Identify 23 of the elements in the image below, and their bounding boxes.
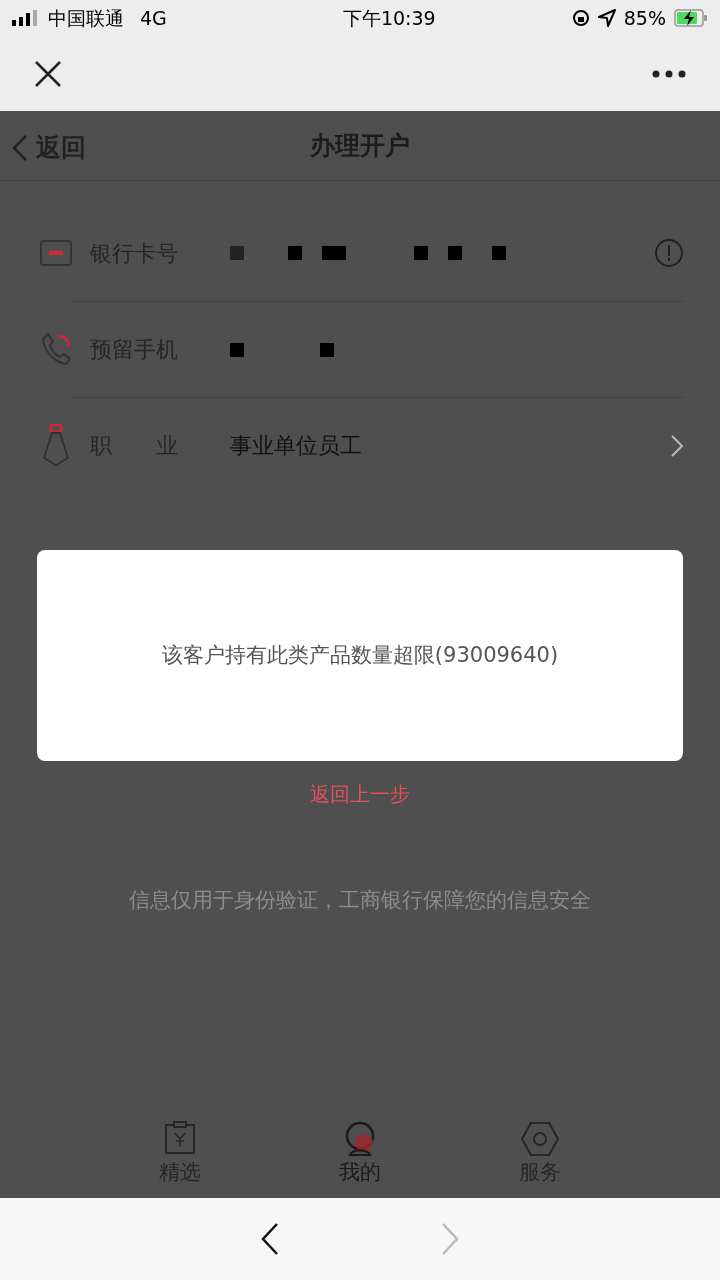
field-value: 事业单位员工	[230, 432, 363, 460]
carrier-name: 中国联通	[48, 5, 124, 31]
battery-icon	[674, 9, 708, 27]
rotation-lock-icon	[571, 9, 590, 27]
phone-icon	[40, 332, 72, 366]
more-icon	[652, 70, 686, 78]
chevron-right-icon[interactable]	[670, 433, 684, 458]
clock-time: 下午10:39	[342, 5, 436, 31]
chevron-left-icon	[260, 1222, 280, 1256]
go-back-link[interactable]: 返回上一步	[310, 782, 410, 806]
signal-icon	[12, 10, 40, 26]
security-note: 信息仅用于身份验证，工商银行保障您的信息安全	[129, 888, 591, 912]
receipt-icon	[163, 1121, 197, 1157]
location-icon	[597, 9, 616, 27]
chevron-right-icon	[440, 1222, 460, 1256]
card-icon	[40, 240, 72, 266]
close-icon	[34, 59, 62, 88]
tie-icon	[42, 424, 70, 466]
hexagon-icon	[521, 1121, 559, 1157]
network-type: 4G	[140, 5, 167, 31]
battery-percent: 85%	[623, 5, 666, 31]
error-message: 该客户持有此类产品数量超限(93009640)	[161, 641, 559, 669]
chevron-left-icon	[12, 133, 28, 162]
